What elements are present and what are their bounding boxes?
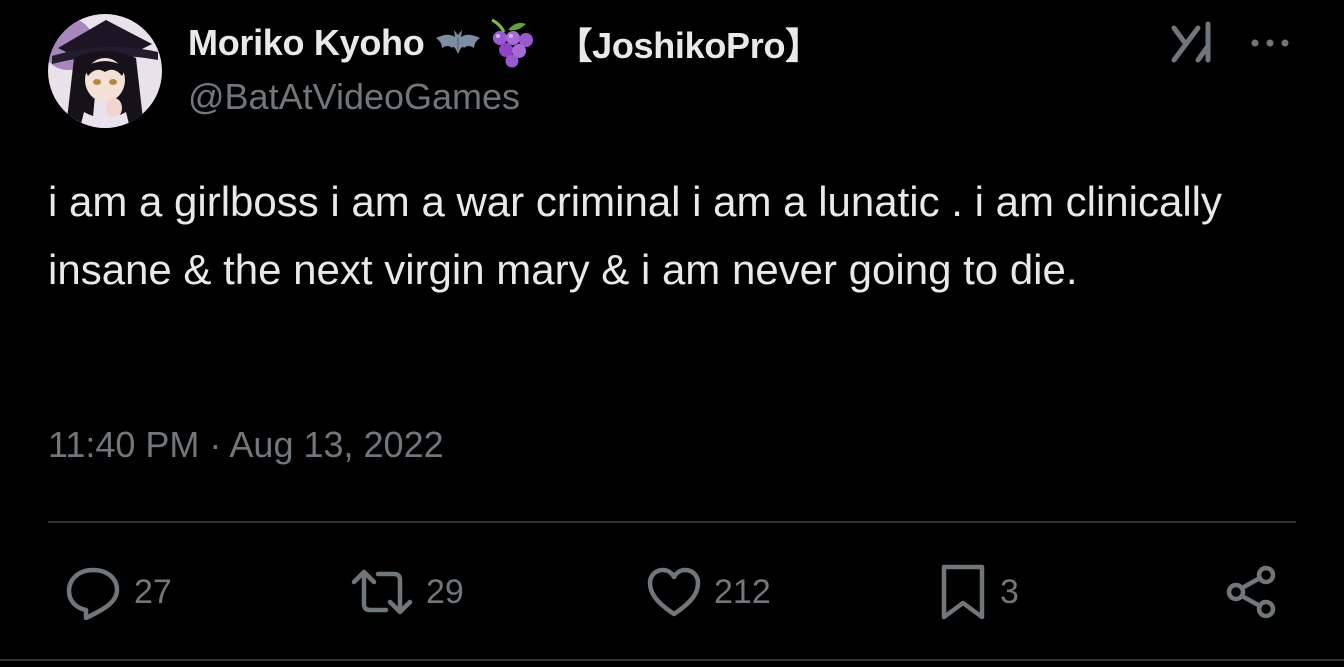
bottom-divider	[0, 659, 1344, 661]
reply-count: 27	[134, 572, 172, 611]
author-display-name[interactable]: Moriko Kyoho	[188, 22, 425, 64]
repost-count: 29	[426, 572, 464, 611]
more-icon[interactable]	[1248, 30, 1292, 56]
tweet-text: i am a girlboss i am a war criminal i am…	[48, 178, 1223, 293]
author-name-row[interactable]: Moriko Kyoho 【JoshikoPro】	[188, 18, 821, 68]
bat-emoji	[434, 26, 482, 60]
avatar[interactable]	[48, 14, 162, 128]
like-button[interactable]: 212	[646, 564, 771, 620]
author-handle[interactable]: @BatAtVideoGames	[188, 76, 520, 118]
share-button[interactable]	[1224, 564, 1280, 620]
repost-button[interactable]: 29	[350, 564, 464, 620]
tweet-timestamp[interactable]: 11:40 PM · Aug 13, 2022	[48, 424, 444, 466]
repost-icon	[350, 564, 414, 620]
reply-icon	[64, 564, 122, 620]
grok-icon[interactable]	[1168, 20, 1218, 64]
bookmark-count: 3	[1000, 572, 1019, 611]
bookmark-icon	[938, 563, 988, 621]
reply-button[interactable]: 27	[64, 564, 172, 620]
divider	[48, 521, 1296, 523]
bookmark-button[interactable]: 3	[938, 564, 1019, 620]
grapes-emoji	[486, 18, 534, 68]
like-count: 212	[714, 572, 771, 611]
share-icon	[1224, 564, 1280, 620]
like-icon	[646, 566, 702, 618]
author-tag: 【JoshikoPro】	[556, 25, 821, 66]
